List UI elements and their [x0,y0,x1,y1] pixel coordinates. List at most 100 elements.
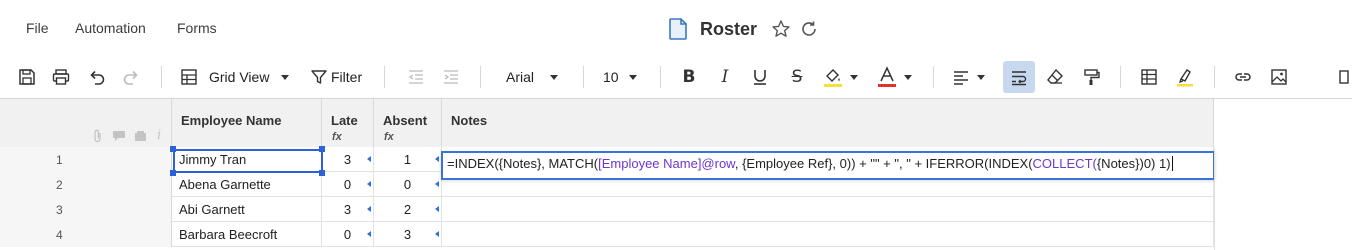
sheet-icon [669,18,687,40]
filter-icon [311,70,327,84]
grid-view-dropdown[interactable]: Grid View [180,64,292,90]
font-family-value: Arial [506,69,535,85]
link-indicator-icon [435,181,439,187]
refresh-icon[interactable] [799,19,819,39]
align-left-icon [954,71,968,85]
cell-text: 3 [343,152,352,167]
chevron-down-icon [904,74,912,80]
grid-edge [1214,148,1215,250]
column-title: Late [331,113,358,128]
table-icon[interactable] [1138,64,1160,90]
cell-late[interactable]: 3 [322,147,374,172]
column-header-notes[interactable]: Notes [442,99,1214,147]
cell-notes[interactable] [442,222,1214,247]
formula-text: , {Employee Ref}, 0)) + "" + ", " + IFER… [734,156,1033,171]
cell-absent[interactable]: 1 [374,147,442,172]
cell-employee-name[interactable]: Jimmy Tran [172,147,322,172]
chevron-down-icon [550,74,559,80]
menu-file[interactable]: File [26,20,49,36]
highlight-icon[interactable] [1174,64,1196,90]
table-row: 4 Barbara Beecroft 0 3 [0,222,1214,247]
cell-absent[interactable]: 2 [374,197,442,222]
formula-reference: [Employee Name]@row [598,156,735,171]
indent-icon[interactable] [440,64,462,90]
outdent-icon[interactable] [405,64,427,90]
row-number-label: 2 [56,178,63,192]
font-family-dropdown[interactable]: Arial [506,64,568,90]
toolbar-separator [583,66,584,88]
selection-handle[interactable] [319,170,325,176]
row-number[interactable]: 2 [0,172,172,197]
cell-absent[interactable]: 3 [374,222,442,247]
link-indicator-icon [367,206,371,212]
more-icon[interactable] [1338,64,1352,90]
formula-text: {Notes} [1096,156,1140,171]
toolbar-separator [1120,66,1121,88]
redo-icon[interactable] [120,64,142,90]
cell-text: Abena Garnette [179,177,271,192]
star-icon[interactable] [771,19,791,39]
strikethrough-icon[interactable]: S [786,64,808,90]
image-icon[interactable] [1268,64,1290,90]
row-number[interactable]: 1 [0,147,172,172]
align-dropdown[interactable] [952,64,996,90]
bold-icon[interactable]: B [678,64,700,90]
cell-text: 0 [343,227,352,242]
text-color-button[interactable] [876,64,920,90]
cell-late[interactable]: 0 [322,172,374,197]
table-row: 3 Abi Garnett 3 2 [0,197,1214,222]
cell-text: 0 [403,177,412,192]
row-number-label: 1 [56,153,63,167]
clear-format-icon[interactable] [1044,64,1066,90]
toolbar-separator [933,66,934,88]
grid-view-icon [181,69,197,85]
wrap-text-icon[interactable] [1003,61,1035,93]
sheet-title[interactable]: Roster [700,19,757,40]
cell-text: 2 [403,202,412,217]
cell-text: Abi Garnett [179,202,245,217]
selection-handle[interactable] [319,146,325,152]
save-icon[interactable] [16,64,38,90]
cell-late[interactable]: 0 [322,222,374,247]
cell-notes[interactable] [442,197,1214,222]
menu-automation[interactable]: Automation [75,20,146,36]
link-indicator-icon [435,231,439,237]
link-indicator-icon [367,231,371,237]
filter-label: Filter [331,69,363,85]
cell-employee-name[interactable]: Barbara Beecroft [172,222,322,247]
chevron-down-icon [850,74,858,80]
cell-text: Barbara Beecroft [179,227,278,242]
fill-color-button[interactable] [822,64,866,90]
toolbar-separator [660,66,661,88]
format-painter-icon[interactable] [1080,64,1102,90]
formula-editor[interactable]: =INDEX({Notes}, MATCH([Employee Name]@ro… [441,151,1215,180]
undo-icon[interactable] [86,64,108,90]
column-title: Employee Name [181,113,282,128]
cell-employee-name[interactable]: Abi Garnett [172,197,322,222]
toolbar: Grid View Filter Arial 10 B I S [0,58,1352,96]
column-header-absent[interactable]: Absent fx [374,99,442,147]
row-number[interactable]: 4 [0,222,172,247]
formula-text: =INDEX({Notes}, MATCH( [447,156,599,171]
underline-icon[interactable] [749,64,771,90]
filter-button[interactable]: Filter [310,64,366,90]
cell-text: 1 [403,152,412,167]
column-header-employee-name[interactable]: Employee Name [172,99,322,147]
selection-handle[interactable] [170,170,176,176]
cell-late[interactable]: 3 [322,197,374,222]
link-icon[interactable] [1232,64,1254,90]
italic-icon[interactable]: I [714,64,736,90]
font-size-dropdown[interactable]: 10 [603,64,643,90]
menu-forms[interactable]: Forms [177,20,217,36]
selection-handle[interactable] [170,146,176,152]
column-header-late[interactable]: Late fx [322,99,374,147]
fill-color-icon [824,69,842,87]
row-number[interactable]: 3 [0,197,172,222]
cell-employee-name[interactable]: Abena Garnette [172,172,322,197]
cell-text: 3 [343,202,352,217]
cell-absent[interactable]: 0 [374,172,442,197]
toolbar-separator [480,66,481,88]
grid-view-label: Grid View [209,69,270,85]
row-number-label: 4 [56,228,63,242]
print-icon[interactable] [50,64,72,90]
